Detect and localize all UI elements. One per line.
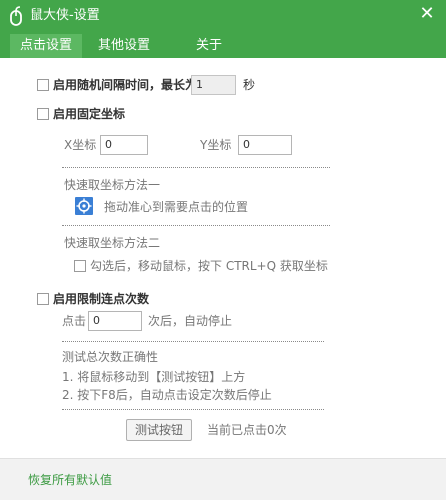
random-interval-input[interactable]: 1 [191,75,236,95]
tab-other-settings[interactable]: 其他设置 [88,34,160,58]
divider [62,341,324,342]
limit-clicks-checkbox[interactable] [37,293,49,305]
current-count: 当前已点击0次 [207,423,287,437]
fixed-coords-label: 启用固定坐标 [53,107,126,121]
divider [62,225,330,226]
limit-clicks-label: 启用限制连点次数 [53,292,150,306]
y-coord-label: Y坐标 [200,138,232,152]
fixed-coords-checkbox[interactable] [37,108,49,120]
click-label: 点击 [62,314,87,328]
method2-text: 勾选后，移动鼠标，按下 CTRL+Q 获取坐标 [90,259,328,273]
method1-text: 拖动准心到需要点击的位置 [104,200,249,214]
x-coord-label: X坐标 [64,138,97,152]
tab-click-settings[interactable]: 点击设置 [10,34,83,58]
method1-title: 快速取坐标方法一 [64,178,161,192]
click-count-input[interactable]: 0 [88,311,142,331]
test-step-2: 2. 按下F8后，自动点击设定次数后停止 [62,388,272,402]
crosshair-icon[interactable] [75,197,93,215]
window-title: 鼠大侠-设置 [30,8,100,23]
tab-bar: 点击设置 其他设置 关于 [10,34,238,58]
footer-bar: 恢复所有默认值 [0,458,446,500]
divider [62,409,324,410]
reset-defaults-link[interactable]: 恢复所有默认值 [28,471,112,488]
test-button[interactable]: 测试按钮 [126,419,192,441]
settings-panel: 启用随机间隔时间，最长为 1 秒 启用固定坐标 X坐标 0 Y坐标 0 快速取坐… [0,58,446,458]
close-button[interactable]: ✕ [414,2,440,26]
y-coord-input[interactable]: 0 [238,135,292,155]
method2-checkbox[interactable] [74,260,86,272]
title-bar: 鼠大侠-设置 ✕ 点击设置 其他设置 关于 [0,0,446,58]
mouse-logo-icon [10,6,22,26]
x-coord-input[interactable]: 0 [100,135,148,155]
random-interval-label: 启用随机间隔时间，最长为 [53,78,198,92]
test-title: 测试总次数正确性 [62,350,159,364]
random-interval-checkbox[interactable] [37,79,49,91]
divider [62,167,330,168]
tab-about[interactable]: 关于 [186,34,232,58]
test-step-1: 1. 将鼠标移动到【测试按钮】上方 [62,370,246,384]
method2-title: 快速取坐标方法二 [64,236,161,250]
random-interval-unit: 秒 [243,78,256,92]
click-after-text: 次后，自动停止 [148,314,233,328]
